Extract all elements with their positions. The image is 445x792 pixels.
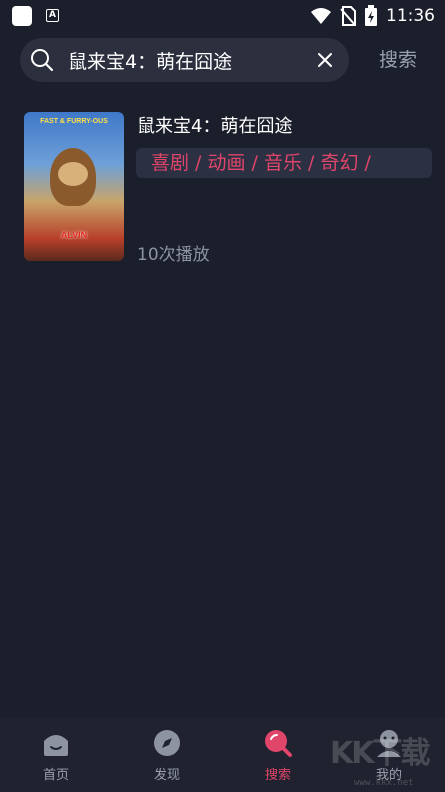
a-notification-icon: A [46,9,59,22]
search-box[interactable] [20,38,349,82]
search-active-icon [265,730,292,757]
status-bar: A 11:36 [0,0,445,32]
clock: 11:36 [386,6,435,26]
nav-label-home: 首页 [42,768,69,783]
poster-logo-text: ALVIN [60,230,88,240]
watermark-logo: KK下载 [330,736,430,771]
poster-tagline: FAST & FURRY-OUS [40,118,108,125]
nav-item-search[interactable]: 搜索 [238,728,318,788]
home-icon [44,735,68,756]
search-button[interactable]: 搜索 [366,46,430,74]
status-icons: 11:36 [310,4,435,28]
compass-icon [154,730,180,756]
result-title[interactable]: 鼠来宝4：萌在囧途 [137,112,292,138]
poster-chipmunk-face [58,162,88,186]
battery-charging-icon [365,5,377,26]
nav-item-discover[interactable]: 发现 [127,728,207,788]
search-result-item[interactable]: FAST & FURRY-OUS ALVIN 鼠来宝4：萌在囧途 喜剧 / 动画… [24,112,434,265]
app-square-icon [12,6,32,26]
watermark-url: www.kkx.net [354,778,414,788]
search-input[interactable] [68,46,298,74]
nav-label-discover: 发现 [153,768,180,783]
genre-tags: 喜剧 / 动画 / 音乐 / 奇幻 / [136,148,432,178]
movie-poster[interactable]: FAST & FURRY-OUS ALVIN [24,112,124,261]
no-sim-icon [340,6,356,26]
clear-icon[interactable] [317,52,333,68]
nav-label-search: 搜索 [264,768,291,783]
wifi-icon [311,8,331,24]
nav-item-home[interactable]: 首页 [16,728,96,788]
play-count: 10次播放 [137,245,210,265]
search-icon [31,49,54,72]
